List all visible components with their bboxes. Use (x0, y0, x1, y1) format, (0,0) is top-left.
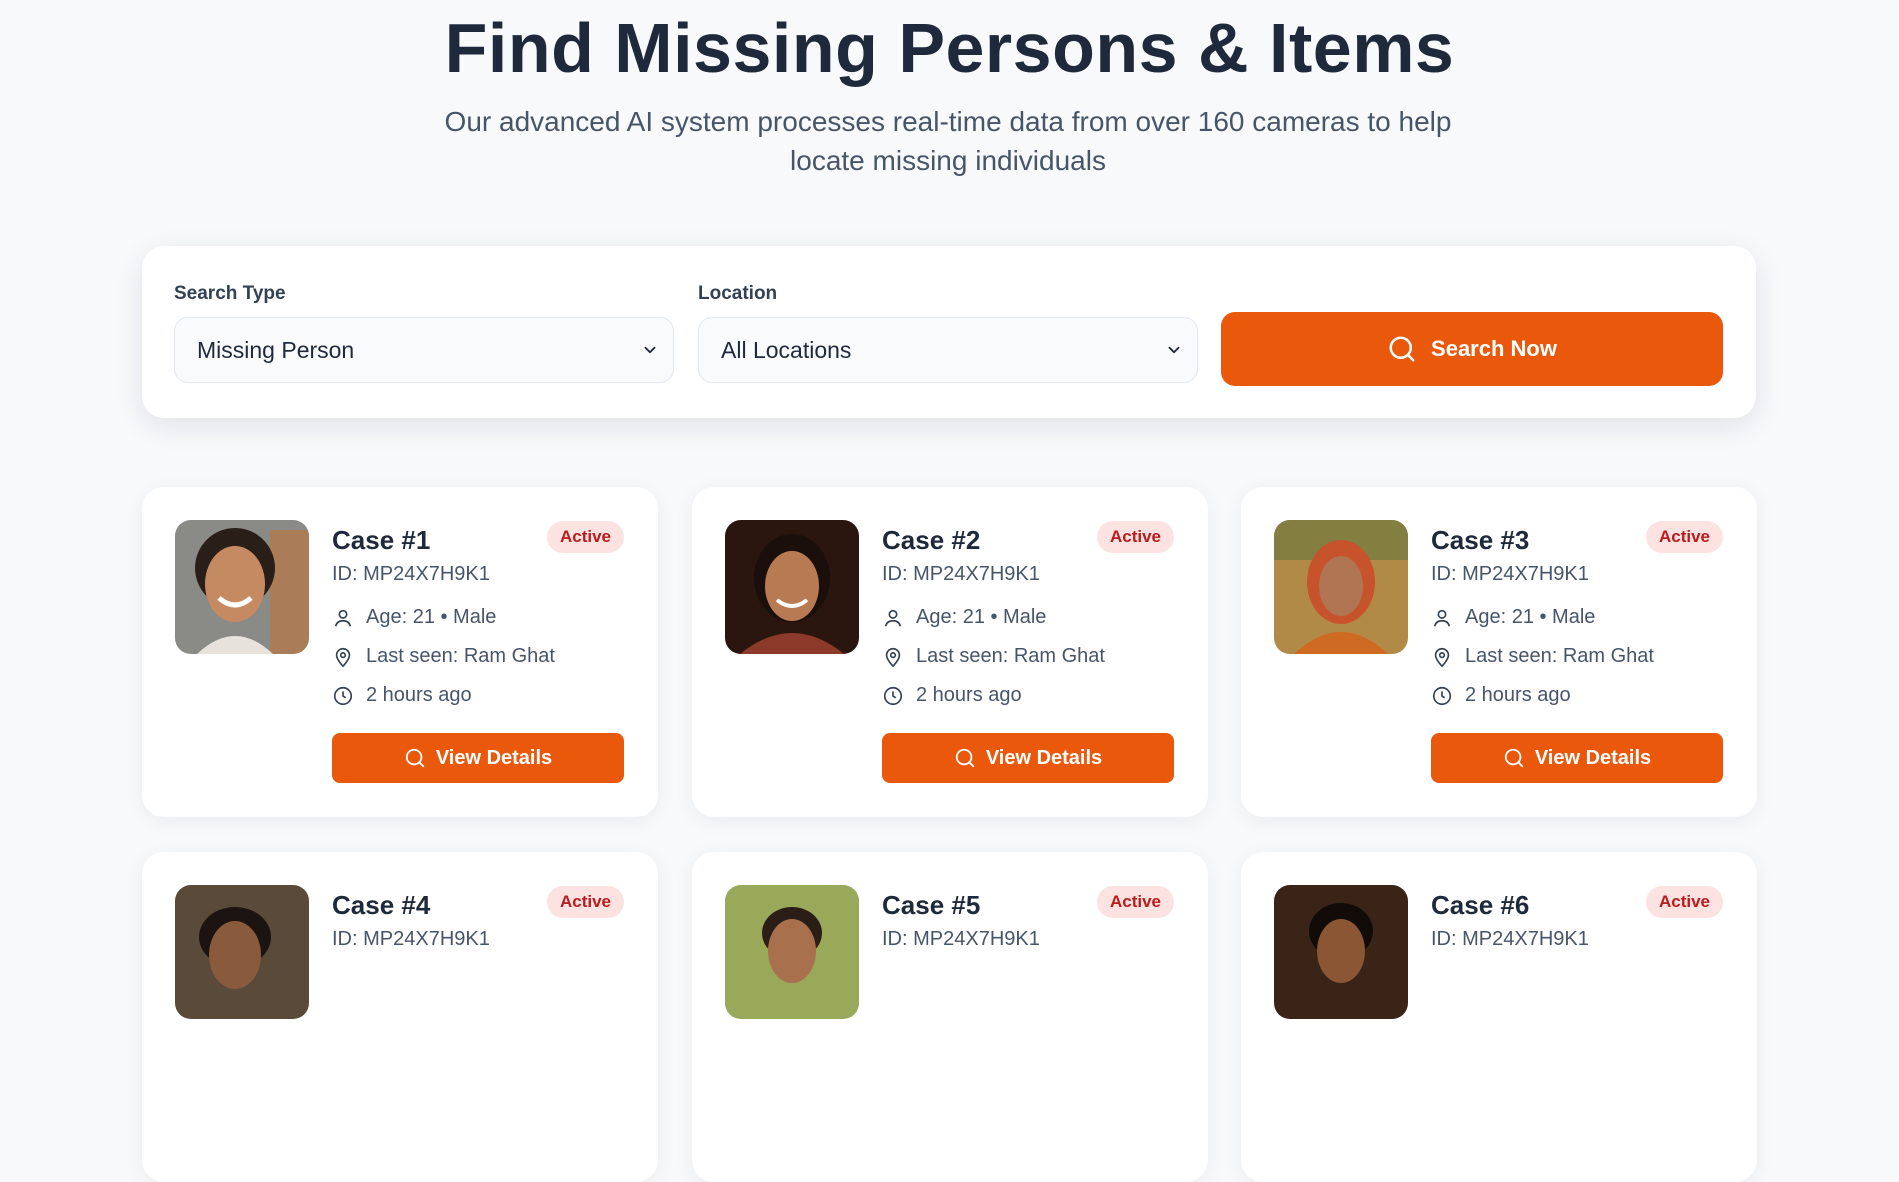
case-id: ID: MP24X7H9K1 (332, 928, 490, 950)
status-badge: Active (1096, 886, 1174, 918)
case-id: ID: MP24X7H9K1 (1431, 563, 1589, 585)
case-age: Age: 21 • Male (1431, 606, 1595, 629)
search-icon (1504, 748, 1523, 768)
map-pin-icon (885, 647, 901, 667)
clock-icon (333, 686, 353, 705)
chevron-down-icon (1168, 346, 1180, 354)
search-now-label: Search Now (1431, 336, 1557, 361)
page-subtitle: Our advanced AI system processes real-ti… (444, 106, 1452, 176)
clock-icon (883, 686, 903, 705)
map-pin-icon (1434, 647, 1450, 667)
search-icon (405, 748, 424, 768)
case-title: Case #2 (882, 525, 981, 555)
case-photo (1274, 520, 1408, 654)
status-badge: Active (1645, 521, 1723, 553)
user-icon (1433, 609, 1451, 626)
search-type-select[interactable]: Missing Person (174, 317, 674, 383)
case-time: 2 hours ago (882, 684, 1022, 707)
case-title: Case #5 (882, 890, 981, 920)
location-value: All Locations (721, 336, 852, 363)
case-card: Case #3 ID: MP24X7H9K1 Active Age: 21 • … (1241, 487, 1757, 817)
case-photo (725, 520, 859, 654)
user-icon (884, 609, 902, 626)
search-type-value: Missing Person (197, 336, 355, 363)
page-title: Find Missing Persons & Items (444, 9, 1455, 87)
case-id: ID: MP24X7H9K1 (882, 563, 1040, 585)
case-id: ID: MP24X7H9K1 (1431, 928, 1589, 950)
search-icon (955, 748, 974, 768)
case-photo (1274, 885, 1408, 1019)
search-type-label: Search Type (174, 283, 286, 304)
search-panel: Search Type Missing Person Location All … (142, 246, 1756, 418)
case-title: Case #3 (1431, 525, 1530, 555)
clock-icon (1432, 686, 1452, 705)
case-last-seen: Last seen: Ram Ghat (332, 645, 555, 668)
chevron-down-icon (644, 346, 656, 354)
location-select[interactable]: All Locations (698, 317, 1198, 383)
case-age: Age: 21 • Male (332, 606, 496, 629)
case-card: Case #5 ID: MP24X7H9K1 Active (692, 852, 1208, 1182)
case-time: 2 hours ago (332, 684, 472, 707)
location-label: Location (698, 283, 778, 304)
case-id: ID: MP24X7H9K1 (882, 928, 1040, 950)
case-title: Case #6 (1431, 890, 1530, 920)
user-icon (334, 609, 352, 626)
view-details-button[interactable]: View Details (882, 733, 1174, 783)
map-pin-icon (335, 647, 351, 667)
case-card: Case #6 ID: MP24X7H9K1 Active (1241, 852, 1757, 1182)
status-badge: Active (1096, 521, 1174, 553)
case-card: Case #2 ID: MP24X7H9K1 Active Age: 21 • … (692, 487, 1208, 817)
case-last-seen: Last seen: Ram Ghat (882, 645, 1105, 668)
case-photo (175, 885, 309, 1019)
status-badge: Active (546, 521, 624, 553)
case-card: Case #4 ID: MP24X7H9K1 Active (142, 852, 658, 1182)
case-title: Case #1 (332, 525, 431, 555)
view-details-button[interactable]: View Details (332, 733, 624, 783)
case-last-seen: Last seen: Ram Ghat (1431, 645, 1654, 668)
case-time: 2 hours ago (1431, 684, 1571, 707)
status-badge: Active (1645, 886, 1723, 918)
status-badge: Active (546, 886, 624, 918)
case-card: Case #1 ID: MP24X7H9K1 Active Age: 21 • … (142, 487, 658, 817)
search-now-button[interactable]: Search Now (1221, 312, 1723, 386)
search-icon (1389, 336, 1415, 362)
case-photo (175, 520, 309, 654)
case-title: Case #4 (332, 890, 431, 920)
view-details-button[interactable]: View Details (1431, 733, 1723, 783)
case-photo (725, 885, 859, 1019)
case-id: ID: MP24X7H9K1 (332, 563, 490, 585)
case-age: Age: 21 • Male (882, 606, 1046, 629)
